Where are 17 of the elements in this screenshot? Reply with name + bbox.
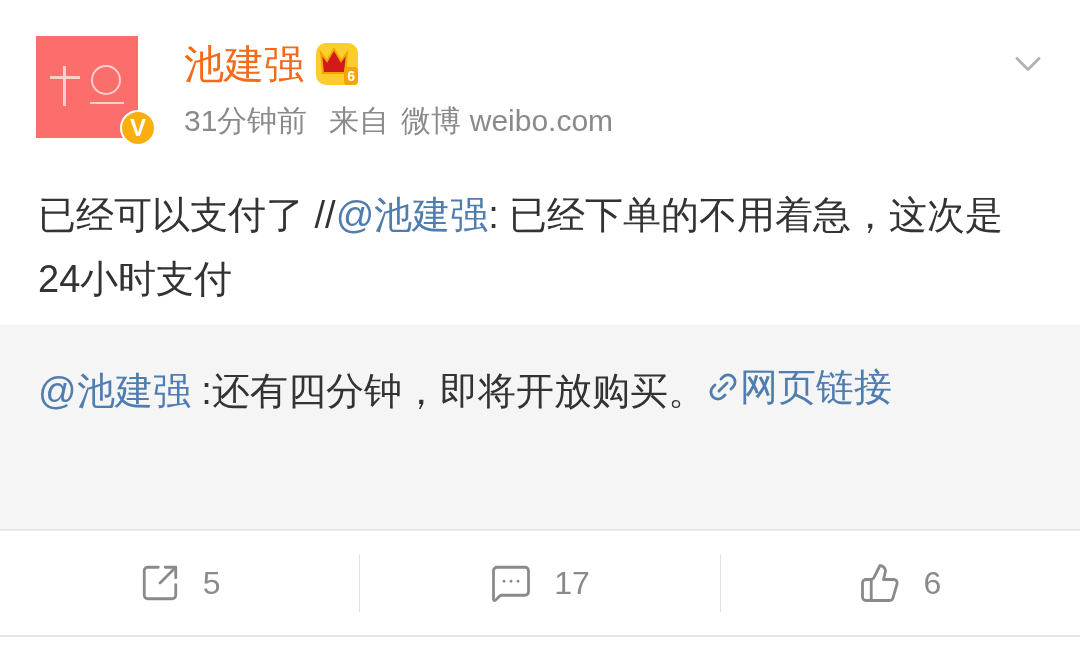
mention-link[interactable]: @池建强: [335, 194, 489, 236]
post-time: 31分钟前: [184, 103, 308, 139]
thumbs-up-icon: [859, 562, 902, 604]
source-app: 微博 weibo.com: [401, 103, 614, 139]
quoted-text: @池建强 :还有四分钟，即将开放购买。 网页链接: [38, 355, 1042, 423]
post-text: 已经可以支付了 //@池建强: 已经下单的不用着急，这次是24小时支付: [37, 193, 1005, 302]
author-name[interactable]: 池建强: [184, 34, 304, 94]
repost-button[interactable]: 5: [0, 531, 360, 635]
crown-icon: [319, 47, 349, 75]
verified-badge: V: [120, 110, 156, 146]
web-link[interactable]: 网页链接: [705, 355, 892, 419]
comment-button[interactable]: 17: [360, 531, 720, 635]
like-button[interactable]: 6: [720, 531, 1080, 635]
vip-level: 6: [344, 67, 358, 85]
mention-link[interactable]: @池建强: [38, 370, 191, 412]
quoted-post[interactable]: @池建强 :还有四分钟，即将开放购买。 网页链接: [0, 325, 1080, 529]
source-label: 来自: [329, 103, 390, 139]
